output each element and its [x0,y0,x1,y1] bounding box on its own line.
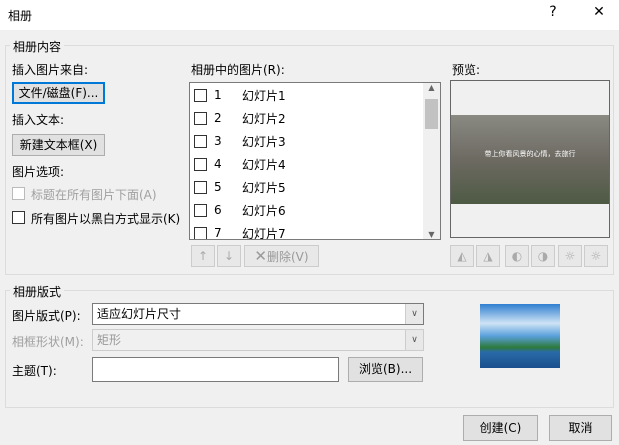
item-number: 7 [214,226,222,240]
item-checkbox[interactable] [194,181,207,194]
list-item[interactable]: 7 幻灯片7 [190,222,422,240]
brightness-down-button[interactable]: ☼ [584,245,608,267]
scroll-up-icon[interactable]: ▲ [423,83,440,97]
delete-button[interactable]: ✕删除(V) [244,245,319,267]
preview-label: 预览: [452,63,481,77]
item-label: 幻灯片5 [242,181,286,195]
item-checkbox[interactable] [194,227,207,239]
caption-checkbox[interactable] [12,187,25,200]
black-white-checkbox[interactable] [12,211,25,224]
chevron-down-icon[interactable]: ∨ [405,304,423,324]
item-number: 2 [214,111,222,125]
chevron-down-icon[interactable]: ∨ [405,330,423,350]
item-label: 幻灯片6 [242,204,286,218]
album-content-label: 相册内容 [10,38,65,55]
item-checkbox[interactable] [194,135,207,148]
rotate-left-button[interactable]: ◭ [450,245,474,267]
item-label: 幻灯片7 [242,227,286,240]
preview-image: 带上你看风景的心情，去旅行 [451,115,609,204]
item-number: 5 [214,180,222,194]
item-number: 6 [214,203,222,217]
item-label: 幻灯片4 [242,158,286,172]
new-textbox-button[interactable]: 新建文本框(X) [12,134,105,156]
close-button[interactable]: ✕ [587,4,611,20]
brightness-up-button[interactable]: ☼ [558,245,582,267]
item-checkbox[interactable] [194,112,207,125]
insert-text-label: 插入文本: [12,113,65,127]
layout-preview-image [480,304,560,368]
preview-caption: 带上你看风景的心情，去旅行 [484,150,576,158]
delete-label: 删除(V) [267,250,309,264]
theme-input[interactable] [92,357,339,382]
scroll-down-icon[interactable]: ▼ [423,230,440,239]
album-layout-label: 相册版式 [10,283,65,300]
frame-shape-select[interactable]: 矩形 ∨ [92,329,424,351]
item-number: 1 [214,88,222,102]
rotate-right-button[interactable]: ◮ [476,245,500,267]
contrast-down-button[interactable]: ◑ [531,245,555,267]
item-checkbox[interactable] [194,204,207,217]
move-up-button[interactable]: ↑ [191,245,215,267]
browse-button[interactable]: 浏览(B)... [348,357,423,382]
list-item[interactable]: 2 幻灯片2 [190,107,422,130]
item-number: 4 [214,157,222,171]
create-button[interactable]: 创建(C) [463,415,538,441]
scroll-thumb[interactable] [425,99,438,129]
list-scrollbar[interactable]: ▲ ▼ [423,83,440,239]
list-item[interactable]: 5 幻灯片5 [190,176,422,199]
window-title: 相册 [8,9,33,23]
move-down-button[interactable]: ↓ [217,245,241,267]
black-white-option-label: 所有图片以黑白方式显示(K) [31,212,181,226]
preview-box: 带上你看风景的心情，去旅行 [450,80,610,238]
pictures-list[interactable]: 1 幻灯片1 2 幻灯片2 3 幻灯片3 4 幻灯片4 5 幻灯片5 6 幻灯片6 7 幻灯片7 ▲ ▼ [189,82,441,240]
cancel-button[interactable]: 取消 [549,415,612,441]
item-checkbox[interactable] [194,158,207,171]
delete-icon: ✕ [254,247,267,265]
pictures-list-label: 相册中的图片(R): [191,63,285,77]
item-label: 幻灯片2 [242,112,286,126]
picture-layout-value: 适应幻灯片尺寸 [97,307,182,321]
theme-label: 主题(T): [12,364,57,378]
frame-shape-label: 相框形状(M): [12,335,84,349]
help-button[interactable]: ? [541,4,565,20]
picture-layout-label: 图片版式(P): [12,309,81,323]
title-bar: 相册 ? ✕ [0,0,619,30]
frame-shape-value: 矩形 [97,333,122,347]
list-item[interactable]: 1 幻灯片1 [190,84,422,107]
contrast-up-button[interactable]: ◐ [505,245,529,267]
file-disk-button[interactable]: 文件/磁盘(F)... [12,82,105,104]
list-item[interactable]: 4 幻灯片4 [190,153,422,176]
caption-option-label: 标题在所有图片下面(A) [31,188,157,202]
picture-options-label: 图片选项: [12,165,65,179]
item-label: 幻灯片3 [242,135,286,149]
item-number: 3 [214,134,222,148]
list-item[interactable]: 6 幻灯片6 [190,199,422,222]
item-checkbox[interactable] [194,89,207,102]
list-item[interactable]: 3 幻灯片3 [190,130,422,153]
insert-from-label: 插入图片来自: [12,63,89,77]
picture-layout-select[interactable]: 适应幻灯片尺寸 ∨ [92,303,424,325]
item-label: 幻灯片1 [242,89,286,103]
